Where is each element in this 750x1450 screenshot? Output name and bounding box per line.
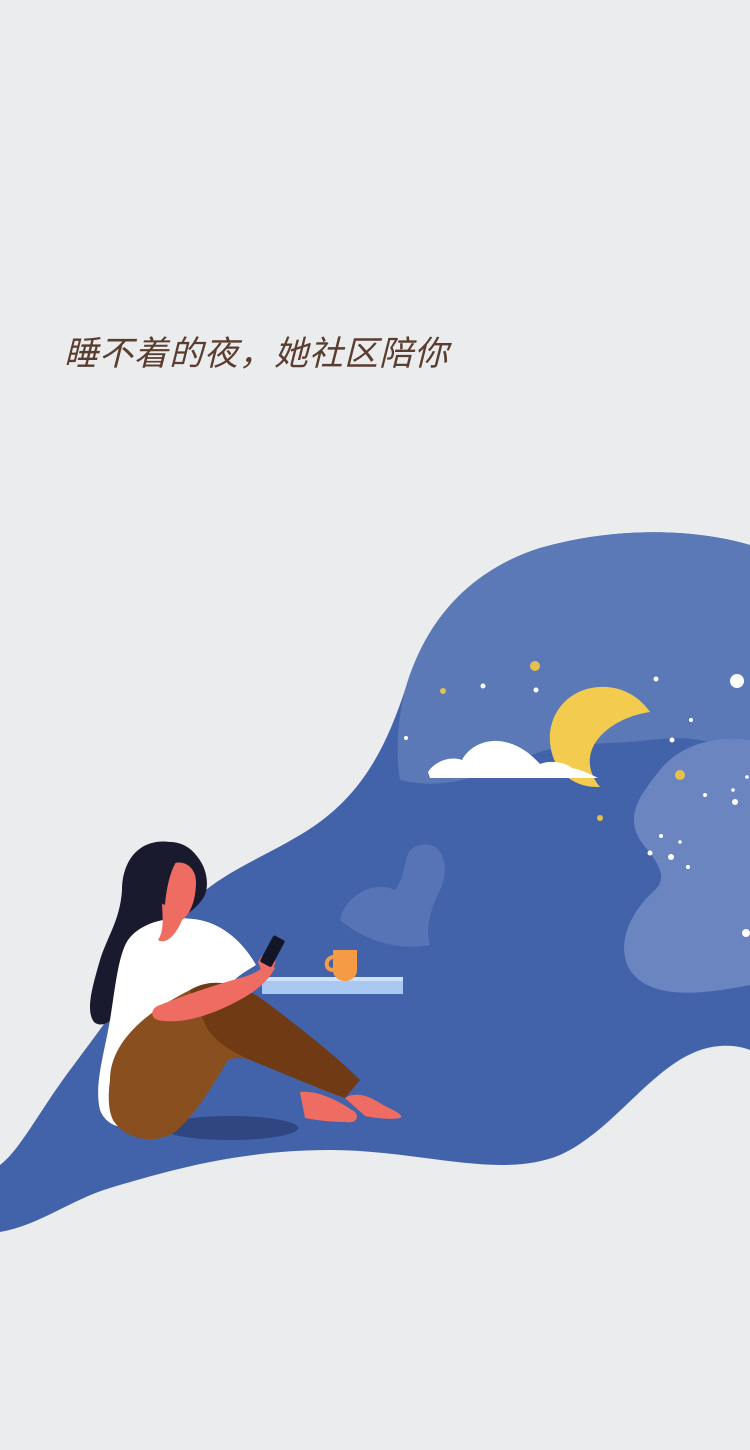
night-sky-blob — [0, 532, 750, 1232]
night-illustration — [0, 532, 750, 1232]
side-table — [262, 977, 403, 994]
splash-screen: 睡不着的夜，她社区陪你 — [0, 0, 750, 1450]
